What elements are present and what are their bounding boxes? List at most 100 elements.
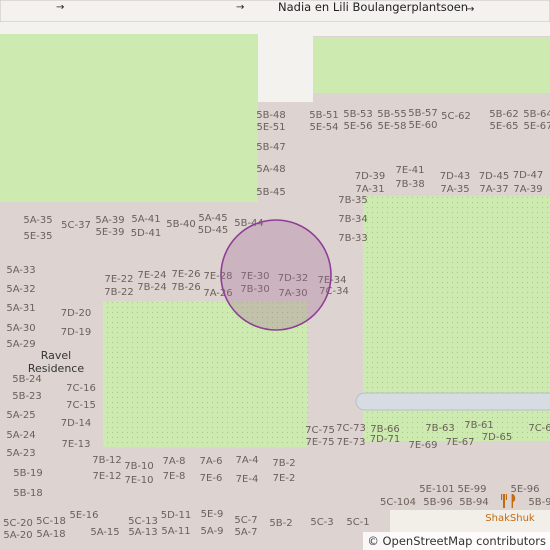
address-label: 7D-43 xyxy=(440,171,470,182)
address-label: 7E-10 xyxy=(124,475,153,486)
address-label: 7E-4 xyxy=(236,474,259,485)
address-label: 5B-18 xyxy=(13,488,43,499)
poi-label[interactable]: ShakShuk xyxy=(485,513,535,524)
address-label: 7D-71 xyxy=(370,434,400,445)
address-label: 5B-96 xyxy=(423,497,453,508)
address-label: 5B-51 xyxy=(309,110,339,121)
address-label: 5D-41 xyxy=(131,228,161,239)
address-label: 5A-15 xyxy=(90,527,119,538)
address-label: 5A-25 xyxy=(6,410,35,421)
street-name: Nadia en Lili Boulangerplantsoen xyxy=(278,0,468,14)
address-label: 5E-60 xyxy=(408,120,437,131)
address-label: 5A-13 xyxy=(128,527,157,538)
address-label: 5B-62 xyxy=(489,109,519,120)
address-label: 7B-61 xyxy=(464,420,494,431)
road-stub xyxy=(258,36,313,102)
address-label: 5B-9 xyxy=(528,497,550,508)
address-label: 7B-10 xyxy=(124,461,154,472)
road-band xyxy=(0,22,550,36)
park-top-left xyxy=(0,34,258,202)
address-label: 7C-15 xyxy=(66,400,96,411)
address-label: 7D-14 xyxy=(61,418,91,429)
address-label: 5E-54 xyxy=(309,122,338,133)
address-label: 5E-9 xyxy=(201,509,224,520)
address-label: 7E-22 xyxy=(104,274,133,285)
address-label: 7D-20 xyxy=(61,308,91,319)
address-label: 5A-24 xyxy=(6,430,35,441)
address-label: 5A-11 xyxy=(161,526,190,537)
location-marker[interactable] xyxy=(220,219,332,331)
street-arrow-2: → xyxy=(236,2,244,13)
address-label: 5B-19 xyxy=(13,468,43,479)
street-arrow-3: → xyxy=(466,4,474,15)
address-label: 7B-34 xyxy=(338,214,368,225)
address-label: 5C-18 xyxy=(36,516,66,527)
address-label: 7B-24 xyxy=(137,282,167,293)
address-label: 7C-73 xyxy=(336,423,366,434)
address-label: 7D-19 xyxy=(61,327,91,338)
address-label: 5B-64 xyxy=(523,109,550,120)
address-label: 5B-24 xyxy=(12,374,42,385)
address-label: 5A-48 xyxy=(256,164,285,175)
address-label: 7E-41 xyxy=(395,165,424,176)
address-label: 7E-6 xyxy=(200,473,223,484)
address-label: 5C-13 xyxy=(128,516,158,527)
address-label: 5B-2 xyxy=(269,518,292,529)
address-label: 5A-33 xyxy=(6,265,35,276)
address-label: 5A-7 xyxy=(235,527,258,538)
address-label: 5B-57 xyxy=(408,108,438,119)
address-label: 5C-20 xyxy=(3,518,33,529)
address-label: 5C-62 xyxy=(441,111,471,122)
address-label: 7B-12 xyxy=(92,455,122,466)
address-label: 5A-23 xyxy=(6,448,35,459)
address-label: 5E-67 xyxy=(523,121,550,132)
address-label: 5B-45 xyxy=(256,187,286,198)
address-label: 5E-16 xyxy=(69,510,98,521)
address-label: 7D-45 xyxy=(479,171,509,182)
address-label: 7E-26 xyxy=(171,269,200,280)
street-arrow-1: → xyxy=(56,2,64,13)
address-label: 7E-2 xyxy=(273,473,296,484)
address-label: 5A-41 xyxy=(131,214,160,225)
address-label: 5A-29 xyxy=(6,339,35,350)
address-label: 5C-37 xyxy=(61,220,91,231)
address-label: 7B-33 xyxy=(338,233,368,244)
address-label: 7B-2 xyxy=(272,458,295,469)
address-label: 7E-69 xyxy=(408,440,437,451)
address-label: 7D-47 xyxy=(513,170,543,181)
address-label: 5E-99 xyxy=(457,484,486,495)
address-label: 7E-75 xyxy=(305,437,334,448)
address-label: 7A-8 xyxy=(163,456,186,467)
address-label: 5E-56 xyxy=(343,121,372,132)
address-label: 5A-32 xyxy=(6,284,35,295)
address-label: 5C-3 xyxy=(310,517,333,528)
address-label: 7D-39 xyxy=(355,171,385,182)
address-label: 5B-40 xyxy=(166,219,196,230)
address-label: 5B-48 xyxy=(256,110,286,121)
address-label: 7E-13 xyxy=(61,439,90,450)
address-label: 5A-31 xyxy=(6,303,35,314)
address-label: 5A-45 xyxy=(198,213,227,224)
address-label: 7C-16 xyxy=(66,383,96,394)
address-label: 5A-39 xyxy=(95,215,124,226)
address-label: 5A-35 xyxy=(23,215,52,226)
address-label: 7A-31 xyxy=(355,184,384,195)
address-label: 7C-75 xyxy=(305,425,335,436)
address-label: 5E-96 xyxy=(510,484,539,495)
address-label: 7E-73 xyxy=(336,437,365,448)
footpath xyxy=(355,392,550,411)
map-canvas[interactable]: → → Nadia en Lili Boulangerplantsoen → R… xyxy=(0,0,550,550)
address-label: 7E-12 xyxy=(92,471,121,482)
address-label: 7B-26 xyxy=(171,282,201,293)
address-label: 5B-23 xyxy=(12,391,42,402)
address-label: 7B-38 xyxy=(395,179,425,190)
address-label: 5A-30 xyxy=(6,323,35,334)
address-label: 5D-11 xyxy=(161,510,191,521)
address-label: 5E-35 xyxy=(23,231,52,242)
address-label: 7C-6 xyxy=(528,423,550,434)
address-label: 7A-39 xyxy=(513,184,542,195)
address-label: 5D-45 xyxy=(198,225,228,236)
address-label: 5C-1 xyxy=(346,517,369,528)
map-attribution[interactable]: © OpenStreetMap contributors xyxy=(363,532,550,550)
place-label-line1: Ravel xyxy=(41,349,71,362)
